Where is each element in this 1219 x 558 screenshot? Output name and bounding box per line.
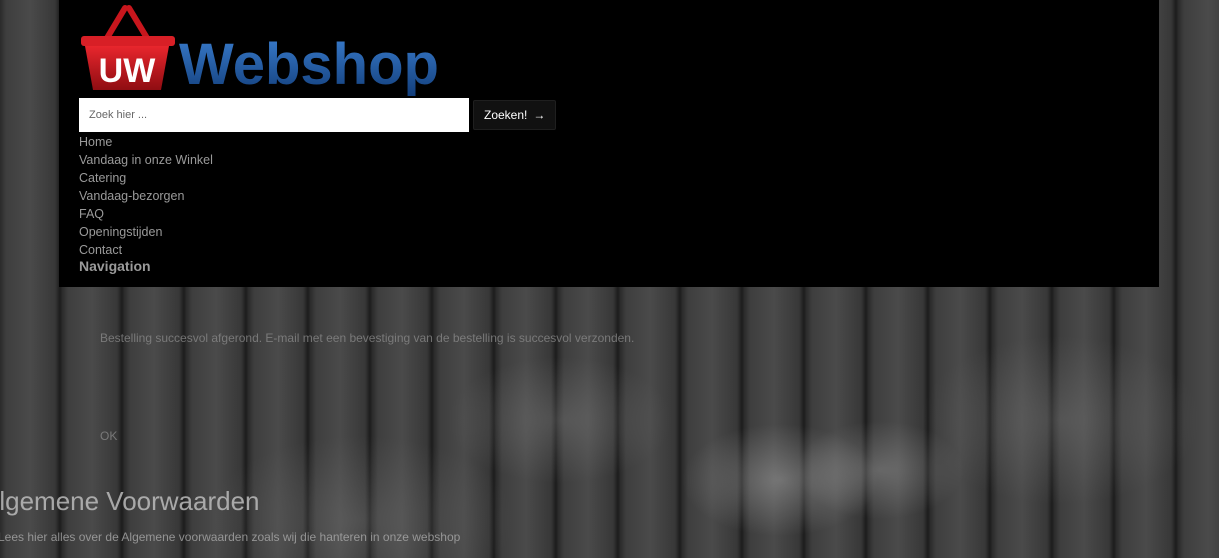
nav-item-catering[interactable]: Catering — [79, 171, 126, 185]
nav-item-openingstijden[interactable]: Openingstijden — [79, 225, 162, 239]
search-button-label: Zoeken! — [484, 108, 528, 122]
logo-wordmark: Webshop — [179, 32, 439, 96]
nav-item-contact[interactable]: Contact — [79, 243, 122, 257]
main-navigation: Home Vandaag in onze Winkel Catering Van… — [79, 134, 213, 260]
basket-icon: UW — [81, 5, 175, 90]
nav-item-faq[interactable]: FAQ — [79, 207, 104, 221]
search-input[interactable] — [79, 98, 469, 132]
nav-item-home[interactable]: Home — [79, 135, 112, 149]
nav-item-vandaag-in-onze-winkel[interactable]: Vandaag in onze Winkel — [79, 153, 213, 167]
header: UW Webshop Zoeken! → Home Vandaag in onz… — [59, 0, 1159, 287]
logo[interactable]: UW Webshop — [79, 4, 459, 96]
order-success-message: Bestelling succesvol afgerond. E-mail me… — [100, 331, 635, 345]
search-button[interactable]: Zoeken! → — [473, 100, 557, 130]
arrow-right-icon: → — [533, 108, 546, 122]
nav-item-vandaag-bezorgen[interactable]: Vandaag-bezorgen — [79, 189, 184, 203]
page-title: Algemene Voorwaarden — [0, 486, 260, 516]
page-subtitle: Lees hier alles over de Algemene voorwaa… — [0, 530, 461, 544]
logo-badge-text: UW — [99, 52, 157, 90]
navigation-heading: Navigation — [79, 258, 151, 274]
ok-button[interactable]: OK — [100, 429, 117, 443]
